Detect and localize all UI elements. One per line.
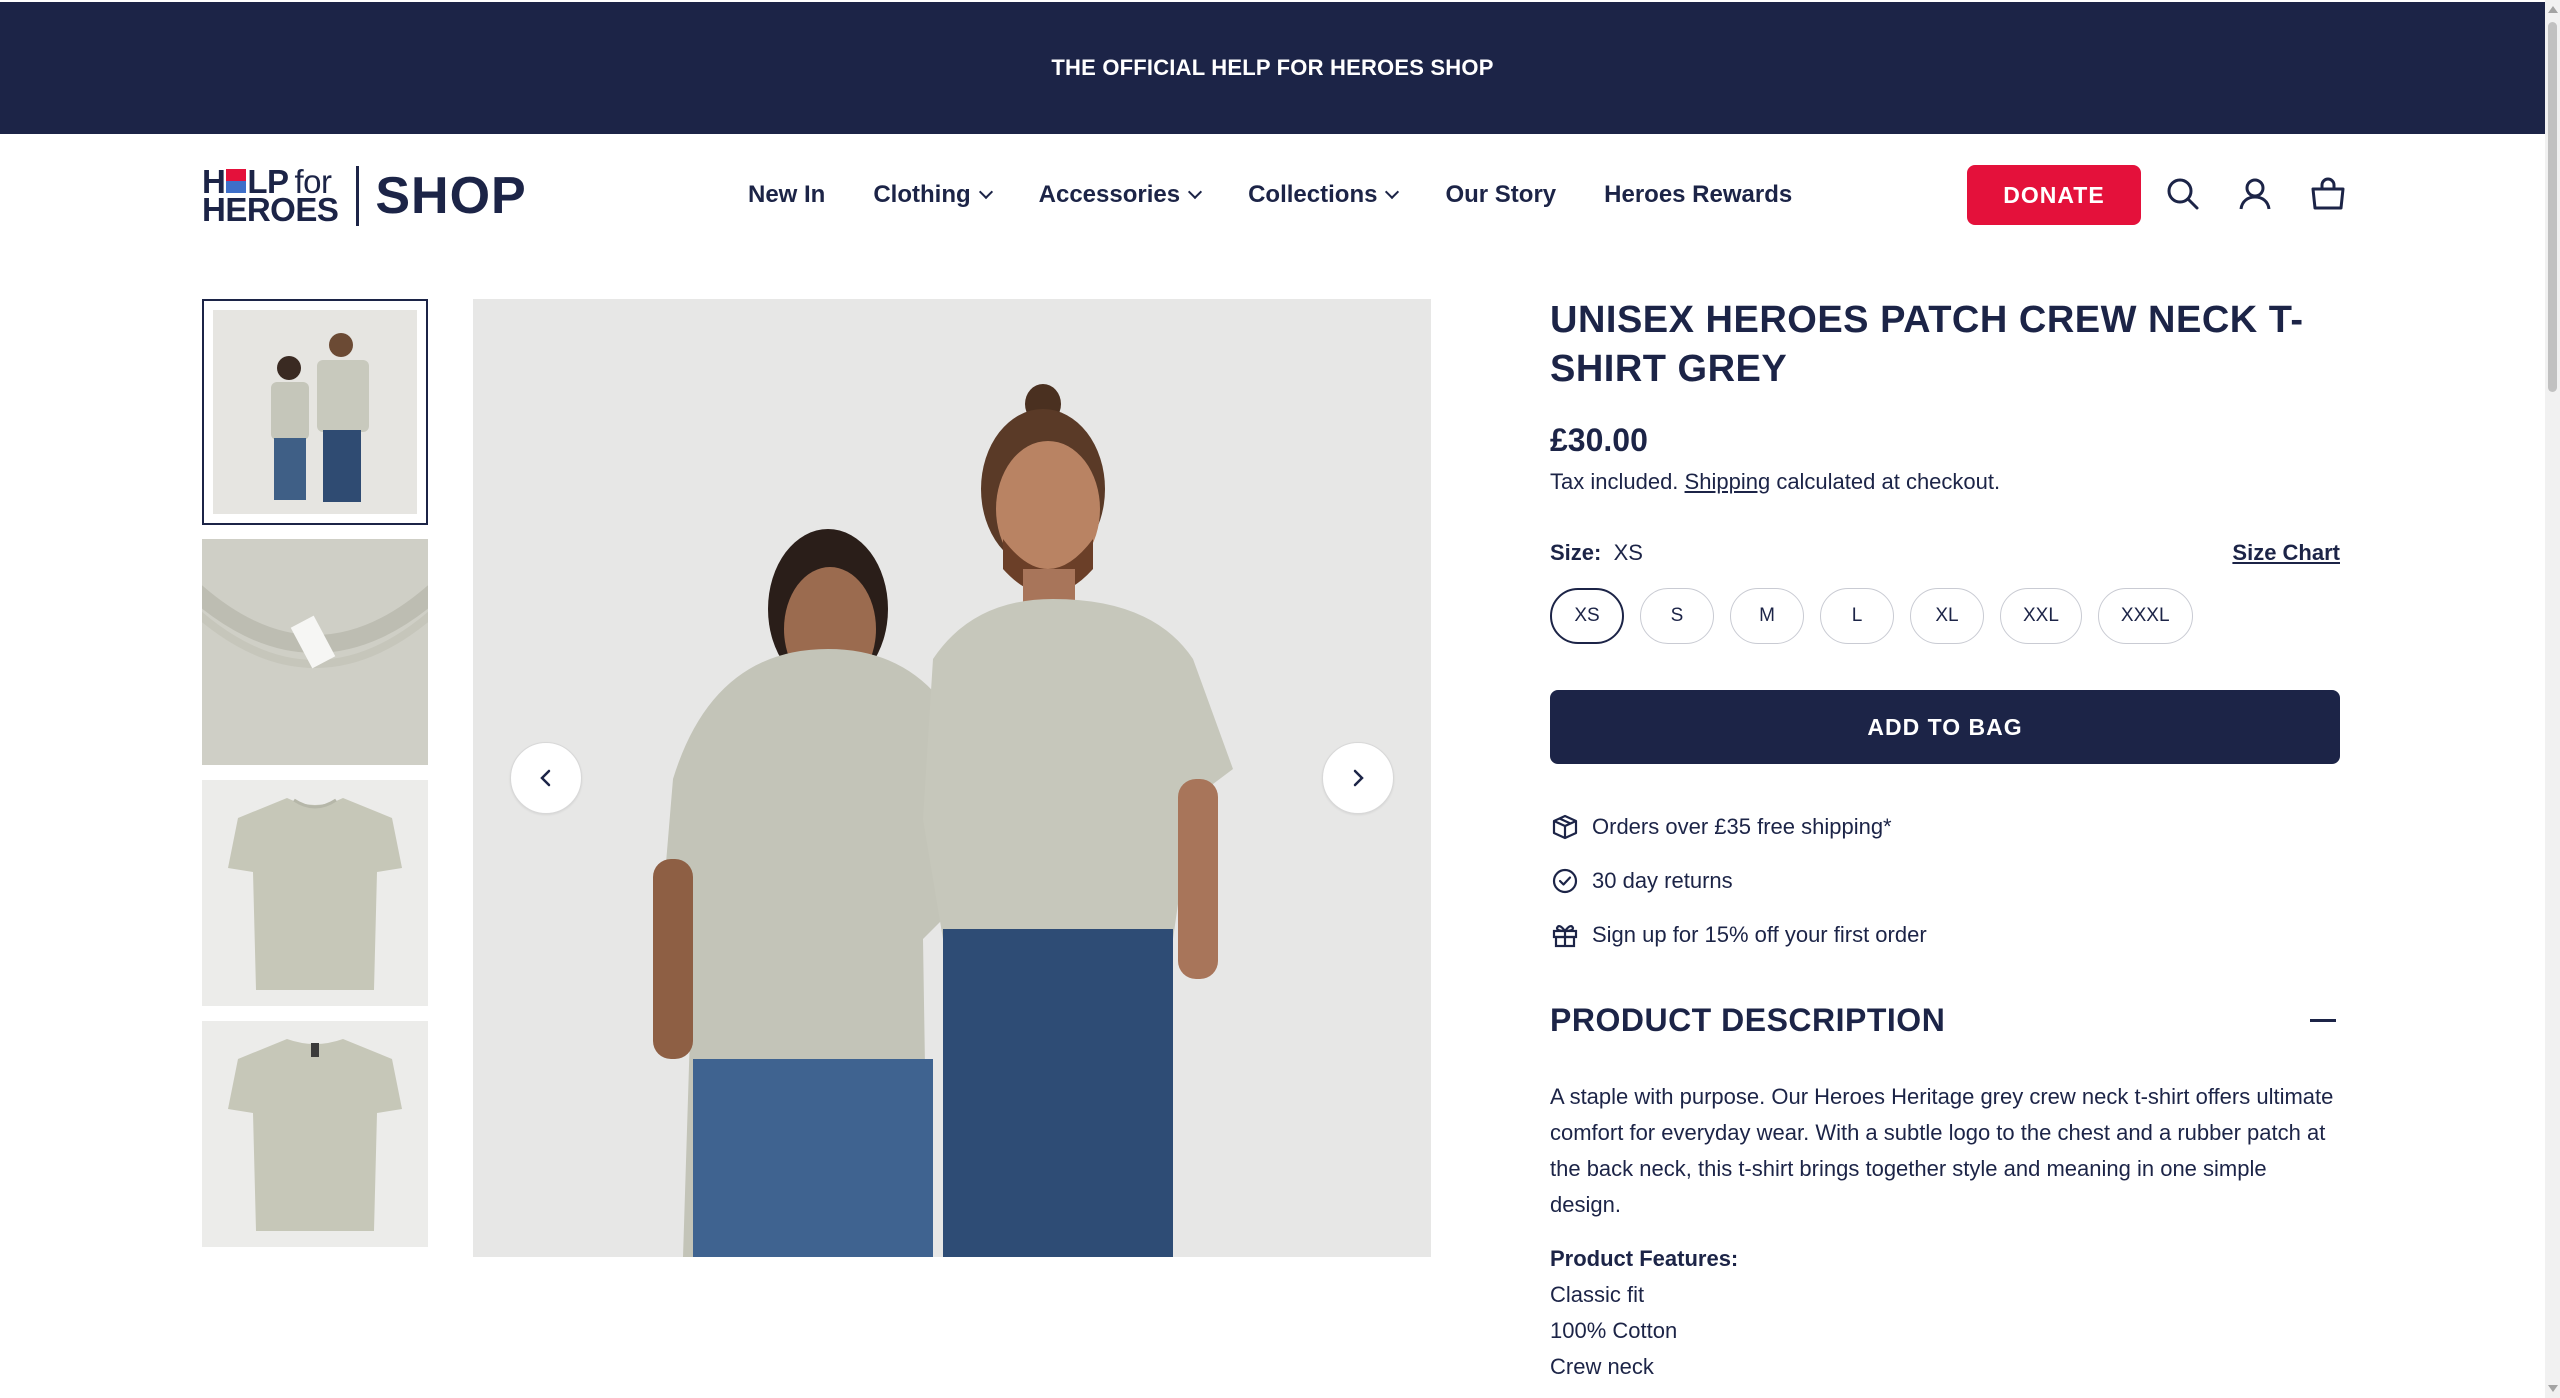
- feature-item: 100% Cotton: [1550, 1318, 1678, 1343]
- nav-item-clothing[interactable]: Clothing: [873, 181, 993, 209]
- nav-label: Collections: [1248, 181, 1378, 208]
- announcement-text: THE OFFICIAL HELP FOR HEROES SHOP: [1051, 55, 1494, 80]
- size-option-xl[interactable]: XL: [1910, 588, 1984, 644]
- tax-prefix: Tax included.: [1550, 469, 1679, 494]
- perk-text: Orders over £35 free shipping*: [1592, 814, 1892, 839]
- perk-returns: 30 day returns: [1550, 854, 2340, 908]
- product-info: UNISEX HEROES PATCH CREW NECK T-SHIRT GR…: [1550, 296, 2340, 1385]
- help-for-heroes-logo: H LP for HEROES: [202, 165, 339, 228]
- box-icon: [1550, 812, 1580, 842]
- scroll-down-arrow[interactable]: [2548, 1385, 2558, 1392]
- feature-item: Classic fit: [1550, 1282, 1645, 1307]
- shipping-link[interactable]: Shipping: [1685, 469, 1771, 494]
- search-icon[interactable]: [2163, 174, 2203, 214]
- selected-size: XS: [1613, 540, 1643, 565]
- chevron-down-icon: [1188, 184, 1203, 200]
- nav-item-collections[interactable]: Collections: [1248, 181, 1400, 209]
- perk-text: 30 day returns: [1592, 868, 1733, 893]
- feature-item: Crew neck: [1550, 1354, 1654, 1379]
- tax-note: Tax included. Shipping calculated at che…: [1550, 469, 2340, 495]
- site-header: H LP for HEROES SHOP New In Clothing Acces…: [0, 134, 2545, 256]
- check-circle-icon: [1550, 866, 1580, 896]
- gift-icon: [1550, 920, 1580, 950]
- main-product-image: [473, 299, 1431, 1257]
- nav-label: Our Story: [1445, 181, 1557, 208]
- chevron-down-icon: [978, 184, 993, 200]
- tax-suffix: calculated at checkout.: [1776, 469, 2001, 494]
- models-wearing-tshirt-image: [473, 299, 1431, 1257]
- perks-list: Orders over £35 free shipping* 30 day re…: [1550, 800, 2340, 962]
- size-label: Size:: [1550, 540, 1602, 565]
- description-heading: PRODUCT DESCRIPTION: [1550, 1002, 1946, 1038]
- nav-item-accessories[interactable]: Accessories: [1038, 181, 1203, 209]
- thumbnail-image: [213, 310, 417, 514]
- perk-free-shipping: Orders over £35 free shipping*: [1550, 800, 2340, 854]
- thumbnail-tshirt-front[interactable]: [202, 780, 428, 1006]
- description-accordion-header[interactable]: PRODUCT DESCRIPTION: [1550, 1002, 2340, 1039]
- logo-flag-e: [226, 169, 247, 193]
- donate-button[interactable]: DONATE: [1967, 165, 2141, 225]
- thumbnail-image: [202, 780, 428, 1006]
- bag-icon[interactable]: [2308, 174, 2348, 214]
- thumbnail-tshirt-back[interactable]: [202, 1021, 428, 1247]
- size-label-group: Size: XS: [1550, 540, 1643, 566]
- nav-label: Clothing: [873, 181, 971, 208]
- main-nav: New In Clothing Accessories Collections …: [748, 134, 1840, 256]
- size-option-xs[interactable]: XS: [1550, 588, 1624, 644]
- collapse-minus-icon: [2310, 1019, 2336, 1022]
- size-option-l[interactable]: L: [1820, 588, 1894, 644]
- carousel-prev-button[interactable]: [510, 742, 582, 814]
- size-option-m[interactable]: M: [1730, 588, 1804, 644]
- announcement-bar: THE OFFICIAL HELP FOR HEROES SHOP: [0, 2, 2545, 134]
- perk-signup-discount: Sign up for 15% off your first order: [1550, 908, 2340, 962]
- logo-heroes: HEROES: [202, 191, 339, 228]
- page-scrollbar[interactable]: [2545, 0, 2560, 1398]
- size-options: XS S M L XL XXL XXXL: [1550, 588, 2340, 644]
- size-chart-link[interactable]: Size Chart: [2232, 540, 2340, 566]
- site-logo[interactable]: H LP for HEROES SHOP: [202, 164, 527, 228]
- thumbnail-two-models[interactable]: [202, 299, 428, 525]
- nav-item-heroes-rewards[interactable]: Heroes Rewards: [1604, 181, 1792, 209]
- thumbnail-image: [202, 539, 428, 765]
- logo-divider: [356, 166, 360, 226]
- size-option-xxxl[interactable]: XXXL: [2097, 588, 2193, 644]
- thumbnail-image: [202, 1021, 428, 1247]
- chevron-right-icon: [1353, 769, 1364, 787]
- features-title: Product Features:: [1550, 1246, 1739, 1271]
- size-row: Size: XS Size Chart: [1550, 540, 2340, 566]
- chevron-left-icon: [540, 769, 551, 787]
- size-option-s[interactable]: S: [1640, 588, 1714, 644]
- logo-shop-text: SHOP: [375, 167, 527, 225]
- product-description: A staple with purpose. Our Heroes Herita…: [1550, 1084, 2334, 1217]
- scroll-up-arrow[interactable]: [2548, 6, 2558, 13]
- nav-item-our-story[interactable]: Our Story: [1445, 181, 1556, 209]
- chevron-down-icon: [1385, 184, 1400, 200]
- nav-item-new-in[interactable]: New In: [748, 181, 825, 209]
- page: THE OFFICIAL HELP FOR HEROES SHOP H LP for…: [0, 0, 2545, 1398]
- thumbnail-neck-label[interactable]: [202, 539, 428, 765]
- nav-label: Accessories: [1038, 181, 1181, 208]
- scroll-thumb[interactable]: [2548, 22, 2557, 392]
- carousel-next-button[interactable]: [1322, 742, 1394, 814]
- product-title: UNISEX HEROES PATCH CREW NECK T-SHIRT GR…: [1550, 299, 2304, 390]
- nav-label: New In: [748, 181, 826, 208]
- perk-text: Sign up for 15% off your first order: [1592, 922, 1927, 947]
- nav-label: Heroes Rewards: [1604, 181, 1793, 208]
- add-to-bag-button[interactable]: ADD TO BAG: [1550, 690, 2340, 764]
- product-price: £30.00: [1550, 422, 1648, 458]
- account-icon[interactable]: [2235, 174, 2275, 214]
- size-option-xxl[interactable]: XXL: [2000, 588, 2082, 644]
